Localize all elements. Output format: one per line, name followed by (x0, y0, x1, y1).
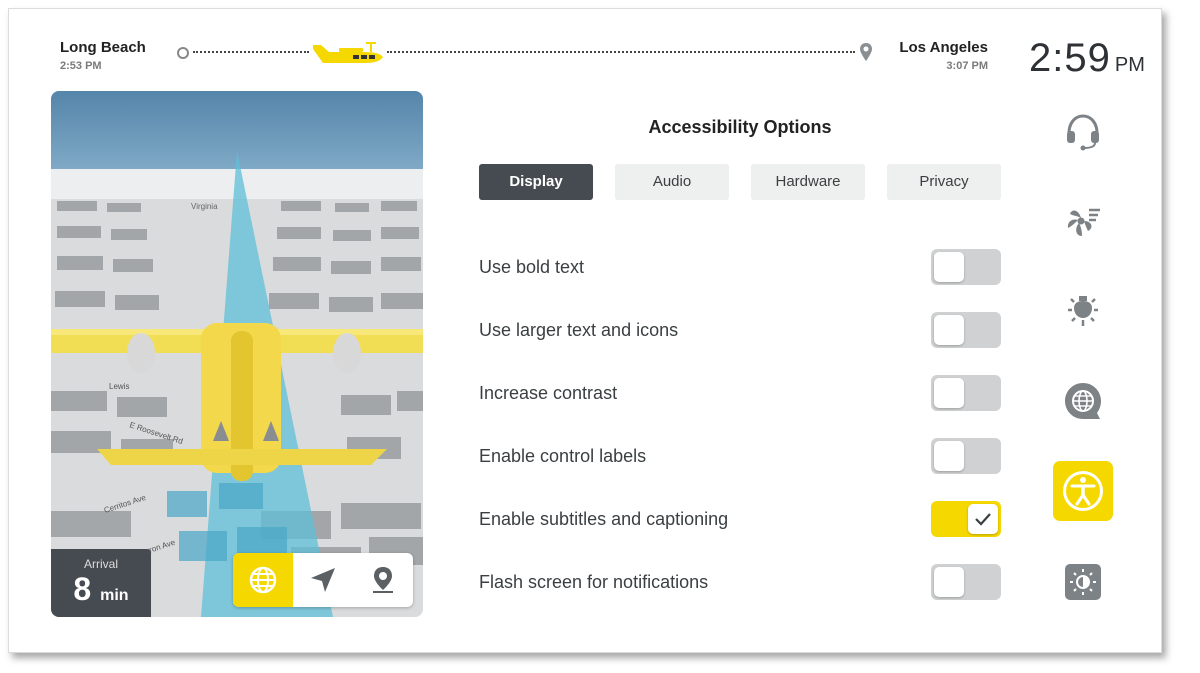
tab-audio[interactable]: Audio (615, 164, 729, 200)
clock: 2:59 PM (1029, 36, 1145, 81)
arrival-label: Arrival (83, 557, 118, 571)
toggle-knob (934, 567, 964, 597)
settings-title: Accessibility Options (648, 117, 832, 137)
arrival-unit: min (100, 587, 129, 604)
rail-headset-button[interactable] (1053, 101, 1113, 161)
arrival-minutes: 8 (73, 571, 92, 607)
arrival-panel: Arrival 8 min (51, 549, 151, 617)
destination-time: 3:07 PM (946, 60, 988, 72)
option-subtitles: Enable subtitles and captioning (479, 501, 1001, 537)
light-bulb-icon (1068, 296, 1098, 326)
larger-text-toggle[interactable] (931, 312, 1001, 348)
origin-info: Long Beach 2:53 PM (60, 39, 146, 72)
option-increase-contrast: Increase contrast (479, 375, 1001, 411)
control-labels-toggle[interactable] (931, 438, 1001, 474)
globe-icon (249, 566, 277, 594)
map-canvas: Virginia Lewis E Roosevelt Rd Cerritos A… (51, 91, 423, 617)
toggle-knob (934, 252, 964, 282)
option-label: Enable subtitles and captioning (479, 509, 729, 529)
rail-accessibility-button[interactable] (1053, 461, 1113, 521)
clock-ampm: PM (1114, 54, 1145, 76)
checkmark-icon (975, 513, 991, 526)
route-remaining-line (387, 51, 855, 53)
option-label: Use bold text (479, 257, 585, 277)
display-brightness-icon (1065, 564, 1101, 600)
rail-fan-button[interactable] (1053, 191, 1113, 251)
toggle-knob (968, 504, 998, 534)
route-start-dot (177, 47, 189, 59)
option-label: Flash screen for notifications (479, 572, 709, 592)
flash-screen-toggle[interactable] (931, 564, 1001, 600)
navigation-button[interactable] (293, 553, 353, 607)
toggle-knob (934, 441, 964, 471)
navigation-arrow-icon (311, 568, 335, 592)
globe-view-button[interactable] (233, 553, 293, 607)
option-bold-text: Use bold text (479, 249, 1001, 285)
destination-info: Los Angeles 3:07 PM (899, 39, 988, 72)
tab-display[interactable]: Display (479, 164, 593, 200)
location-button[interactable] (353, 553, 413, 607)
accessibility-icon (1063, 471, 1103, 511)
bold-text-toggle[interactable] (931, 249, 1001, 285)
fan-icon (1067, 208, 1100, 236)
arrival-value: 8 min (51, 571, 151, 614)
rail-display-button[interactable] (1053, 552, 1113, 612)
street-label: Lewis (109, 382, 129, 391)
rail-lighting-button[interactable] (1053, 281, 1113, 341)
option-flash-screen: Flash screen for notifications (479, 564, 1001, 600)
headset-icon (1067, 114, 1099, 151)
option-label: Use larger text and icons (479, 320, 679, 340)
origin-time: 2:53 PM (60, 60, 102, 72)
street-label: Virginia (191, 202, 218, 211)
subtitles-toggle[interactable] (931, 501, 1001, 537)
option-control-labels: Enable control labels (479, 438, 1001, 474)
flight-map[interactable]: Virginia Lewis E Roosevelt Rd Cerritos A… (51, 91, 423, 617)
option-label: Increase contrast (479, 383, 618, 403)
origin-city: Long Beach (60, 39, 146, 56)
increase-contrast-toggle[interactable] (931, 375, 1001, 411)
map-view-controls (233, 553, 413, 607)
tab-hardware[interactable]: Hardware (751, 164, 865, 200)
route-progress-line (193, 51, 309, 53)
destination-pin-icon (859, 42, 873, 67)
toggle-knob (934, 315, 964, 345)
option-larger-text: Use larger text and icons (479, 312, 1001, 348)
option-label: Enable control labels (479, 446, 647, 466)
tab-privacy[interactable]: Privacy (887, 164, 1001, 200)
language-globe-icon (1065, 383, 1101, 419)
clock-time: 2:59 (1029, 36, 1111, 80)
destination-city: Los Angeles (899, 39, 988, 56)
aircraft-icon (309, 37, 387, 72)
toggle-knob (934, 378, 964, 408)
main-screen: Long Beach 2:53 PM Los Angeles 3:07 PM 2… (8, 8, 1162, 653)
rail-language-button[interactable] (1053, 371, 1113, 431)
location-pin-icon (373, 567, 393, 593)
settings-tabs: Display Audio Hardware Privacy (479, 164, 1001, 200)
